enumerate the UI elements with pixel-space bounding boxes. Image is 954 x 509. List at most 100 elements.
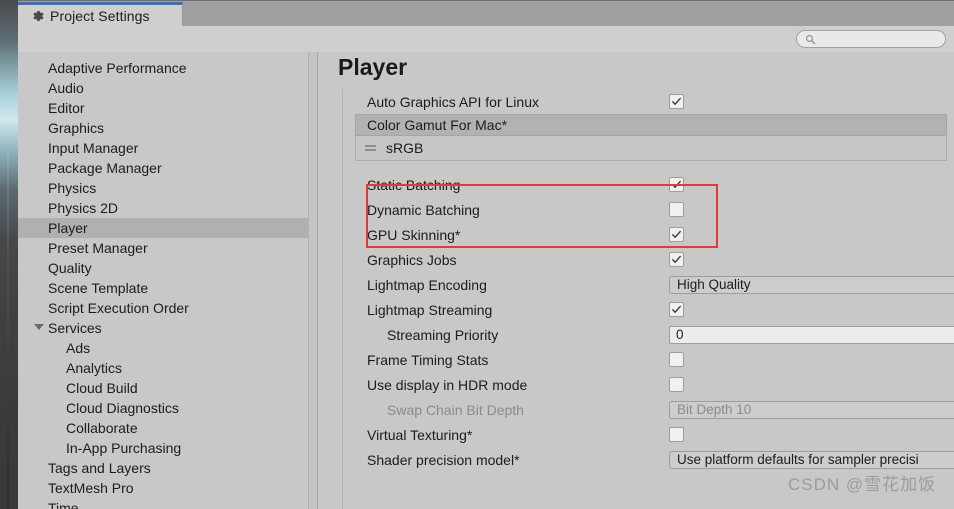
sidebar-item-package-manager[interactable]: Package Manager xyxy=(18,158,308,178)
setting-label: Frame Timing Stats xyxy=(367,351,489,368)
sidebar-item-label: Time xyxy=(48,500,79,509)
sidebar-item-audio[interactable]: Audio xyxy=(18,78,308,98)
dropdown-lightmap-encoding[interactable]: High Quality xyxy=(669,275,954,294)
sidebar-item-script-execution-order[interactable]: Script Execution Order xyxy=(18,298,308,318)
search-icon xyxy=(805,34,816,45)
section-band-color-gamut-for-mac[interactable]: Color Gamut For Mac* xyxy=(355,114,947,136)
sidebar-item-player[interactable]: Player xyxy=(18,218,308,238)
setting-field xyxy=(669,247,684,272)
sidebar-item-time[interactable]: Time xyxy=(18,498,308,509)
tab-label: Project Settings xyxy=(50,8,150,24)
sidebar-item-label: Scene Template xyxy=(48,280,149,296)
sidebar-item-scene-template[interactable]: Scene Template xyxy=(18,278,308,298)
setting-row-virtual-texturing: Virtual Texturing* xyxy=(353,422,954,447)
setting-label: Lightmap Encoding xyxy=(367,276,487,293)
sidebar-item-label: Physics xyxy=(48,180,97,196)
checkbox-virtual-texturing[interactable] xyxy=(669,427,684,442)
setting-row-shader-precision-model: Shader precision model* Use platform defa… xyxy=(353,447,954,472)
sidebar-item-adaptive-performance[interactable]: Adaptive Performance xyxy=(18,58,308,78)
setting-label: Dynamic Batching xyxy=(367,201,480,218)
settings-rows: Auto Graphics API for Linux Color Gamut F… xyxy=(353,89,954,509)
setting-label: Use display in HDR mode xyxy=(367,376,528,393)
sidebar-item-label: TextMesh Pro xyxy=(48,480,134,496)
sidebar-item-analytics[interactable]: Analytics xyxy=(18,358,308,378)
sidebar-item-input-manager[interactable]: Input Manager xyxy=(18,138,308,158)
search-box[interactable] xyxy=(796,30,946,48)
sidebar-item-label: Editor xyxy=(48,100,85,116)
page-title: Player xyxy=(338,54,408,80)
setting-field: Use platform defaults for sampler precis… xyxy=(669,447,954,472)
row-spacer xyxy=(353,161,954,172)
sidebar-scrollbar-thumb[interactable] xyxy=(310,52,317,352)
setting-field xyxy=(669,197,684,222)
setting-label: Swap Chain Bit Depth xyxy=(387,401,524,418)
setting-row-graphics-jobs: Graphics Jobs xyxy=(353,247,954,272)
tab-project-settings[interactable]: Project Settings xyxy=(18,2,183,27)
checkbox-auto-graphics-api-for-linux[interactable] xyxy=(669,94,684,109)
setting-field: High Quality xyxy=(669,272,954,297)
settings-body: Adaptive Performance Audio Editor Graphics I… xyxy=(18,52,954,509)
setting-field xyxy=(669,222,684,247)
sidebar-item-graphics[interactable]: Graphics xyxy=(18,118,308,138)
setting-label: Graphics Jobs xyxy=(367,251,457,268)
checkbox-lightmap-streaming[interactable] xyxy=(669,302,684,317)
sidebar-item-label: Services xyxy=(48,320,102,336)
sidebar-item-physics[interactable]: Physics xyxy=(18,178,308,198)
sidebar-item-in-app-purchasing[interactable]: In-App Purchasing xyxy=(18,438,308,458)
setting-field xyxy=(669,172,684,197)
sidebar-item-preset-manager[interactable]: Preset Manager xyxy=(18,238,308,258)
panel-gap xyxy=(318,52,330,509)
number-input-streaming-priority[interactable]: 0 xyxy=(669,325,954,344)
setting-row-lightmap-encoding: Lightmap Encoding High Quality xyxy=(353,272,954,297)
sidebar-item-editor[interactable]: Editor xyxy=(18,98,308,118)
setting-row-dynamic-batching: Dynamic Batching xyxy=(353,197,954,222)
sidebar-item-label: Adaptive Performance xyxy=(48,60,187,76)
sidebar-item-label: Input Manager xyxy=(48,140,139,156)
chevron-down-icon[interactable] xyxy=(34,324,44,330)
sidebar-item-cloud-diagnostics[interactable]: Cloud Diagnostics xyxy=(18,398,308,418)
dropdown-shader-precision-model[interactable]: Use platform defaults for sampler precis… xyxy=(669,450,954,469)
checkbox-graphics-jobs[interactable] xyxy=(669,252,684,267)
sidebar-item-label: Collaborate xyxy=(66,420,138,436)
list-item-label: sRGB xyxy=(386,140,424,156)
dropdown-swap-chain-bit-depth[interactable]: Bit Depth 10 xyxy=(669,400,954,419)
search-input[interactable] xyxy=(820,33,930,45)
sidebar-item-quality[interactable]: Quality xyxy=(18,258,308,278)
settings-sidebar: Adaptive Performance Audio Editor Graphics I… xyxy=(18,52,308,509)
setting-row-lightmap-streaming: Lightmap Streaming xyxy=(353,297,954,322)
checkbox-frame-timing-stats[interactable] xyxy=(669,352,684,367)
setting-row-streaming-priority: Streaming Priority 0 xyxy=(353,322,954,347)
sidebar-item-ads[interactable]: Ads xyxy=(18,338,308,358)
sidebar-item-physics-2d[interactable]: Physics 2D xyxy=(18,198,308,218)
checkbox-static-batching[interactable] xyxy=(669,177,684,192)
project-settings-window: Project Settings Adaptive Performance Aud… xyxy=(18,0,954,509)
sidebar-item-services[interactable]: Services xyxy=(18,318,308,338)
setting-field: 0 xyxy=(669,322,954,347)
list-item[interactable]: sRGB xyxy=(355,136,947,161)
checkbox-dynamic-batching[interactable] xyxy=(669,202,684,217)
sidebar-item-label: Audio xyxy=(48,80,84,96)
sidebar-item-label: In-App Purchasing xyxy=(66,440,182,456)
sidebar-item-label: Player xyxy=(48,220,88,236)
sidebar-item-textmesh-pro[interactable]: TextMesh Pro xyxy=(18,478,308,498)
sidebar-item-label: Cloud Diagnostics xyxy=(66,400,179,416)
sidebar-item-label: Quality xyxy=(48,260,92,276)
sidebar-item-label: Preset Manager xyxy=(48,240,148,256)
setting-row-swap-chain-bit-depth: Swap Chain Bit Depth Bit Depth 10 xyxy=(353,397,954,422)
setting-row-gpu-skinning: GPU Skinning* xyxy=(353,222,954,247)
sidebar-item-collaborate[interactable]: Collaborate xyxy=(18,418,308,438)
setting-field xyxy=(669,347,684,372)
sidebar-item-label: Physics 2D xyxy=(48,200,119,216)
player-settings-panel: Player Auto Graphics API for Linux Color … xyxy=(330,52,954,509)
setting-row-static-batching: Static Batching xyxy=(353,172,954,197)
drag-handle-icon[interactable] xyxy=(365,144,376,152)
setting-label: Auto Graphics API for Linux xyxy=(367,93,539,110)
checkbox-use-display-in-hdr-mode[interactable] xyxy=(669,377,684,392)
sidebar-item-cloud-build[interactable]: Cloud Build xyxy=(18,378,308,398)
section-band-label: Color Gamut For Mac* xyxy=(367,117,508,133)
setting-field xyxy=(669,372,684,397)
checkbox-gpu-skinning[interactable] xyxy=(669,227,684,242)
setting-field: Bit Depth 10 xyxy=(669,397,954,422)
sidebar-item-tags-and-layers[interactable]: Tags and Layers xyxy=(18,458,308,478)
sidebar-item-label: Cloud Build xyxy=(66,380,138,396)
